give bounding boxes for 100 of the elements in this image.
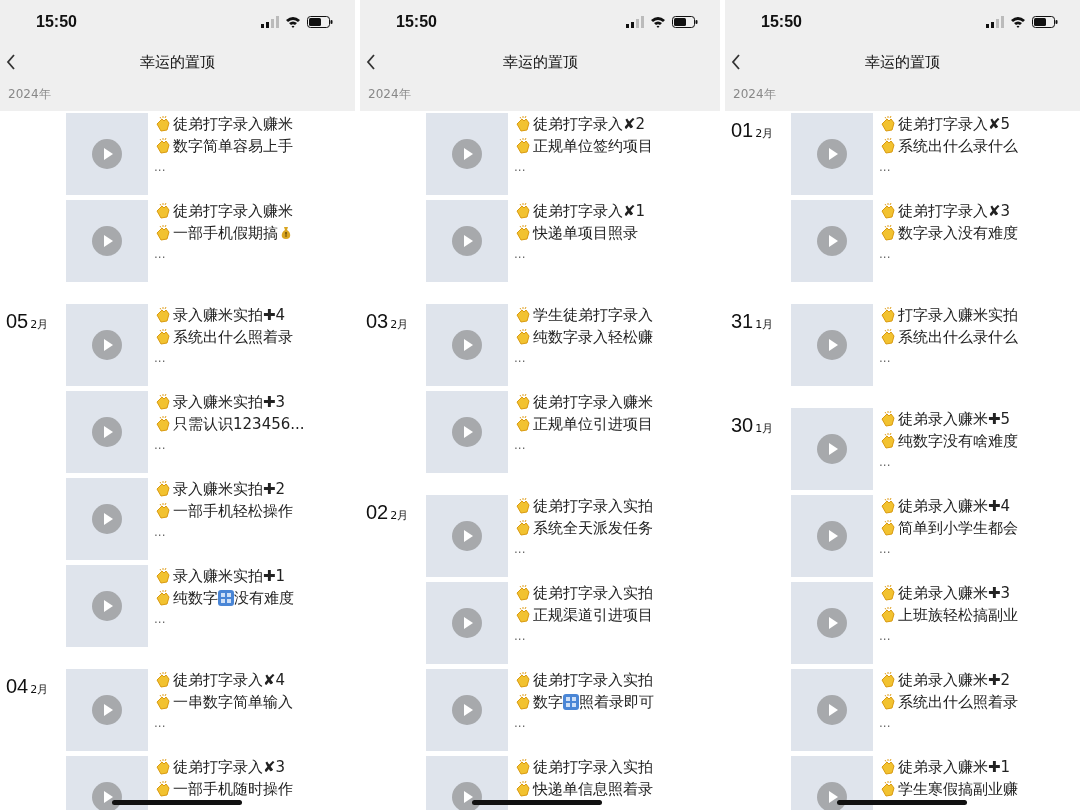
post-text: 纯数字 [173,588,218,608]
post-text: 录入赚米实拍✚2 [173,479,286,499]
signal-icon [626,16,644,28]
year-header: 2024年 [7,86,52,103]
signal-icon [261,16,279,28]
video-thumbnail[interactable] [426,113,508,195]
post-text: 快递单信息照着录 [533,779,653,799]
battery-icon [672,16,698,28]
post-text: 徒弟打字录入赚米 [173,201,293,221]
numbers-icon [563,694,579,710]
video-thumbnail[interactable] [66,669,148,751]
post-text: 一串数字简单输入 [173,692,293,712]
day-number: 30 [731,414,754,437]
page-title: 幸运的置顶 [865,52,940,72]
more-ellipsis: ... [879,542,891,556]
post-text: 一部手机假期搞 [173,223,278,243]
post-text: 系统全天派发任务 [533,518,653,538]
more-ellipsis: ... [514,438,526,452]
status-time: 15:50 [36,13,77,31]
more-ellipsis: ... [514,629,526,643]
page-title: 幸运的置顶 [502,52,578,72]
video-thumbnail[interactable] [66,478,148,560]
post-text: 徒弟录入赚米✚5 [898,409,1011,429]
post-text: 数字录入没有难度 [898,223,1018,243]
video-thumbnail[interactable] [66,565,148,647]
post-text: 录入赚米实拍✚1 [173,566,286,586]
play-icon[interactable] [452,782,482,810]
video-thumbnail[interactable] [66,200,148,282]
more-ellipsis: ... [514,247,526,261]
post-text: 徒弟录入赚米✚1 [898,757,1011,777]
year-header: 2024年 [367,86,412,103]
post-text: 徒弟录入赚米✚2 [898,670,1011,690]
video-thumbnail[interactable] [791,495,873,577]
video-thumbnail[interactable] [66,391,148,473]
post-text: 系统出什么照着录 [173,327,293,347]
play-icon[interactable] [92,782,122,810]
post-text: 学生徒弟打字录入 [533,305,653,325]
post-text: 系统出什么录什么 [898,136,1018,156]
more-ellipsis: ... [154,612,166,626]
video-thumbnail[interactable] [791,669,873,751]
month-label: 2月 [755,126,774,141]
post-text: 徒弟打字录入✘2 [533,114,646,134]
more-ellipsis: ... [154,247,166,261]
post-text: 照着录即可 [579,692,654,712]
post-text: 正规单位引进项目 [533,414,653,434]
post-text: 录入赚米实拍✚3 [173,392,286,412]
back-icon[interactable] [6,54,16,70]
day-number: 02 [366,501,389,524]
post-text: 一部手机随时操作 [173,779,293,799]
status-time: 15:50 [396,13,437,31]
post-text: 纯数字没有啥难度 [898,431,1018,451]
day-number: 04 [6,675,29,698]
video-thumbnail[interactable] [426,582,508,664]
back-icon[interactable] [366,54,376,70]
post-text: 一部手机轻松操作 [173,501,293,521]
more-ellipsis: ... [514,716,526,730]
post-text: 徒弟打字录入实拍 [533,496,653,516]
video-thumbnail[interactable] [791,582,873,664]
month-label: 2月 [30,682,49,697]
more-ellipsis: ... [879,160,891,174]
video-thumbnail[interactable] [66,304,148,386]
video-thumbnail[interactable] [791,304,873,386]
video-thumbnail[interactable] [791,113,873,195]
more-ellipsis: ... [514,351,526,365]
post-text: 简单到小学生都会 [898,518,1018,538]
video-thumbnail[interactable] [791,200,873,282]
video-thumbnail[interactable] [426,200,508,282]
post-text: 正规渠道引进项目 [533,605,653,625]
video-thumbnail[interactable] [426,495,508,577]
video-thumbnail[interactable] [66,113,148,195]
battery-icon [307,16,333,28]
video-thumbnail[interactable] [426,304,508,386]
year-header: 2024年 [732,86,777,103]
video-thumbnail[interactable] [426,669,508,751]
page-title: 幸运的置顶 [140,52,215,72]
post-text: 徒弟打字录入✘5 [898,114,1011,134]
post-text: 徒弟打字录入实拍 [533,583,653,603]
post-text: 徒弟打字录入实拍 [533,757,653,777]
post-text: 徒弟打字录入实拍 [533,670,653,690]
numbers-icon [218,590,234,606]
post-text: 徒弟打字录入✘3 [898,201,1011,221]
more-ellipsis: ... [879,247,891,261]
day-number: 01 [731,119,754,142]
month-label: 1月 [755,421,774,436]
month-label: 2月 [390,508,409,523]
more-ellipsis: ... [514,160,526,174]
status-time: 15:50 [761,13,802,31]
play-icon[interactable] [817,782,847,810]
video-thumbnail[interactable] [426,391,508,473]
post-text: 数字 [533,692,563,712]
post-text: 正规单位签约项目 [533,136,653,156]
month-label: 2月 [30,317,49,332]
post-text: 系统出什么录什么 [898,327,1018,347]
post-text: 徒弟打字录入✘3 [173,757,286,777]
video-thumbnail[interactable] [791,408,873,490]
post-text: 学生寒假搞副业赚 [898,779,1018,799]
month-label: 1月 [755,317,774,332]
back-icon[interactable] [731,54,741,70]
more-ellipsis: ... [879,351,891,365]
more-ellipsis: ... [154,716,166,730]
